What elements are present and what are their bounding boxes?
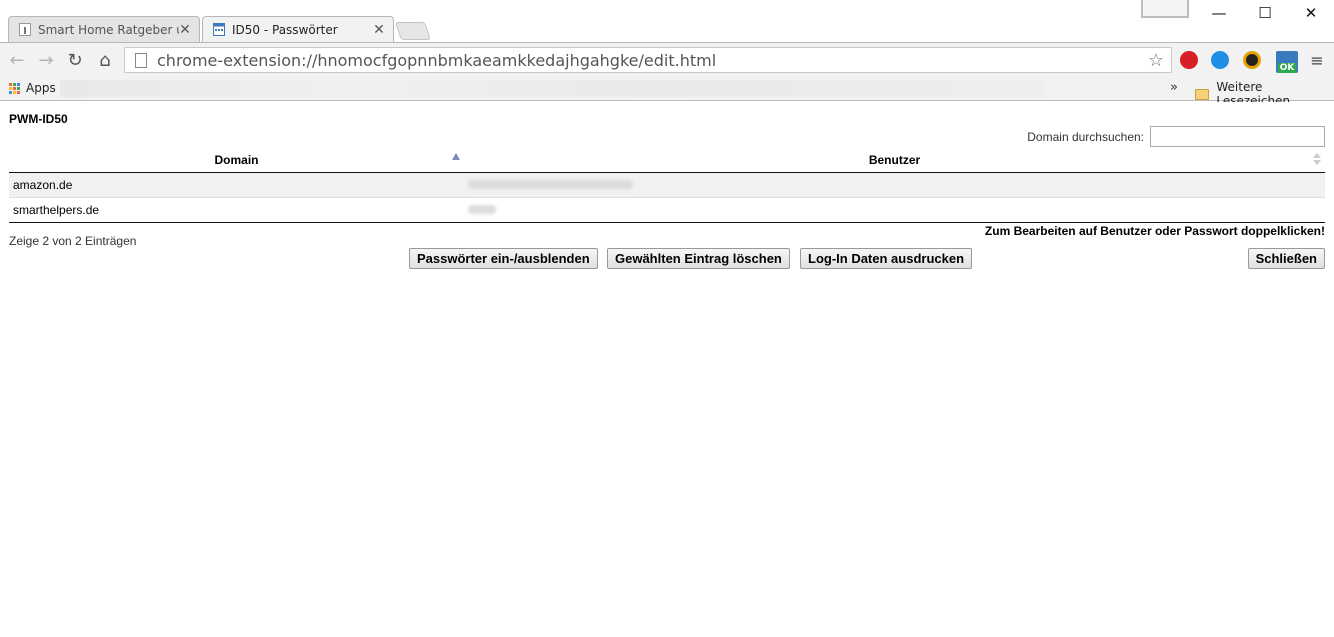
tab-title: ID50 - Passwörter [232, 22, 338, 37]
page-title: PWM-ID50 [9, 112, 68, 126]
folder-icon [1195, 88, 1210, 100]
browser-toolbar: ← → ↻ ⌂ chrome-extension://hnomocfgopnnb… [0, 42, 1334, 76]
maximize-icon[interactable]: ☐ [1242, 0, 1288, 26]
tab-id50-passwords[interactable]: ID50 - Passwörter ✕ [202, 16, 394, 42]
search-input[interactable] [1150, 126, 1325, 147]
close-button[interactable]: Schließen [1247, 248, 1325, 269]
tab-close-icon[interactable]: ✕ [373, 22, 385, 38]
sort-both-icon [1313, 153, 1321, 165]
shield-extension-icon[interactable] [1211, 51, 1229, 69]
opera-extension-icon[interactable] [1180, 51, 1198, 69]
table-info: Zeige 2 von 2 Einträgen [9, 234, 137, 248]
blurred-username [468, 204, 496, 214]
page-content: PWM-ID50 Domain durchsuchen: Domain Benu… [0, 102, 1334, 637]
profile-button[interactable] [1141, 0, 1189, 18]
color-wheel-extension-icon[interactable] [1243, 51, 1261, 69]
forward-arrow-icon[interactable]: → [35, 49, 57, 71]
table-row[interactable]: amazon.de [9, 172, 1325, 198]
column-header-user[interactable]: Benutzer [464, 148, 1325, 173]
minimize-icon[interactable]: — [1196, 0, 1242, 26]
extension-badge: OK [1277, 63, 1297, 73]
calendar-favicon-icon [213, 23, 225, 36]
domain-cell[interactable]: smarthelpers.de [9, 197, 464, 223]
url-text[interactable]: chrome-extension://hnomocfgopnnbmkaeamkk… [157, 51, 1141, 70]
bookmarks-bar: Apps » Weitere Lesezeichen [0, 76, 1334, 108]
print-login-button[interactable]: Log-In Daten ausdrucken [800, 248, 973, 269]
user-cell[interactable] [464, 197, 1325, 223]
domain-search: Domain durchsuchen: [1027, 126, 1325, 147]
bookmarks-overflow-icon[interactable]: » [1170, 80, 1178, 95]
search-label: Domain durchsuchen: [1027, 129, 1144, 144]
id50-extension-icon[interactable]: OK [1276, 51, 1298, 73]
password-table: Domain Benutzer amazon.de smarthelpers.d… [9, 148, 1325, 223]
tab-strip: Smart Home Ratgeber und ✕ ID50 - Passwör… [0, 0, 1334, 42]
blurred-bookmarks [60, 80, 1045, 97]
tab-close-icon[interactable]: ✕ [179, 22, 191, 38]
reload-icon[interactable]: ↻ [64, 49, 86, 71]
sort-ascending-icon [452, 153, 460, 160]
apps-grid-icon [9, 82, 20, 94]
window-close-icon[interactable]: ✕ [1288, 0, 1334, 26]
apps-shortcut[interactable]: Apps [9, 81, 56, 95]
blurred-username [468, 179, 633, 189]
toggle-passwords-button[interactable]: Passwörter ein-/ausblenden [409, 248, 598, 269]
tab-title: Smart Home Ratgeber und [38, 22, 179, 37]
table-header-row: Domain Benutzer [9, 148, 1325, 173]
back-arrow-icon[interactable]: ← [6, 49, 28, 71]
page-favicon-icon [19, 23, 31, 36]
column-header-domain[interactable]: Domain [9, 148, 464, 173]
page-icon [135, 52, 147, 68]
new-tab-button[interactable] [395, 22, 431, 40]
apps-label: Apps [26, 81, 56, 95]
edit-hint: Zum Bearbeiten auf Benutzer oder Passwor… [984, 224, 1325, 238]
domain-cell[interactable]: amazon.de [9, 172, 464, 198]
tab-smart-home[interactable]: Smart Home Ratgeber und ✕ [8, 16, 200, 42]
home-icon[interactable]: ⌂ [94, 49, 116, 71]
table-row[interactable]: smarthelpers.de [9, 197, 1325, 223]
user-cell[interactable] [464, 172, 1325, 198]
delete-entry-button[interactable]: Gewählten Eintrag löschen [607, 248, 790, 269]
menu-icon[interactable]: ≡ [1306, 49, 1328, 71]
address-bar[interactable]: chrome-extension://hnomocfgopnnbmkaeamkk… [124, 47, 1172, 73]
bookmark-star-icon[interactable]: ☆ [1141, 50, 1171, 71]
